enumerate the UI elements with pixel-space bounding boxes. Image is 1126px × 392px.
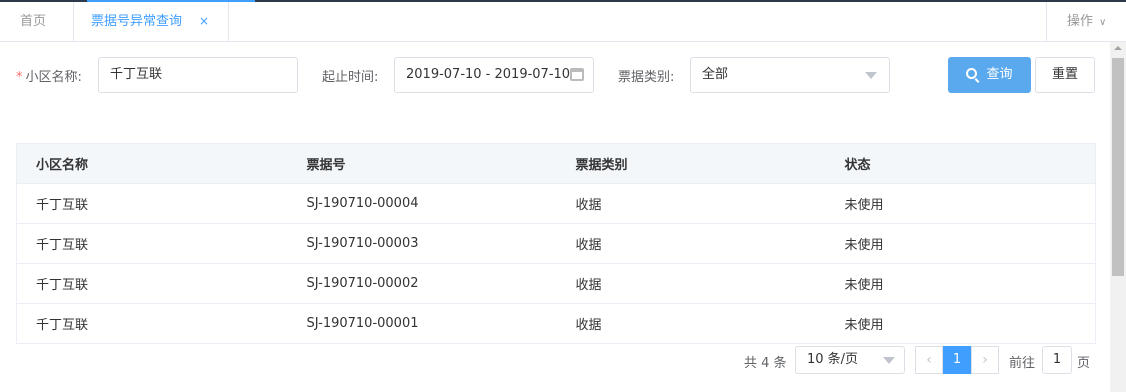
pagination-total: 共 4 条 [744, 356, 787, 371]
receipt-type-select[interactable]: 全部 [690, 57, 890, 93]
receipt-type-label: 票据类别: [618, 70, 675, 85]
cell-receipt-type: 收据 [556, 263, 826, 304]
results-table: 小区名称 票据号 票据类别 状态 千丁互联 SJ-190710-00004 收据… [16, 143, 1096, 344]
date-range-value: 2019-07-10 - 2019-07-10 [406, 67, 571, 82]
cell-community: 千丁互联 [16, 223, 288, 264]
cell-receipt-type: 收据 [556, 223, 826, 264]
goto-page-input[interactable]: 1 [1042, 346, 1072, 374]
required-mark: * [16, 70, 23, 85]
search-icon [966, 68, 978, 79]
chevron-down-icon: ∨ [1099, 17, 1107, 28]
table-row: 千丁互联 SJ-190710-00001 收据 未使用 [16, 303, 1096, 344]
cell-receipt-no: SJ-190710-00002 [287, 263, 557, 304]
prev-page-button[interactable]: ‹ [915, 346, 943, 374]
tab-label: 票据号异常查询 [91, 14, 183, 29]
cell-community: 千丁互联 [16, 183, 288, 224]
date-range-label: 起止时间: [322, 70, 379, 85]
community-label-text: 小区名称: [25, 70, 82, 85]
cell-status: 未使用 [825, 223, 1096, 264]
search-button[interactable]: 查询 [948, 57, 1031, 93]
table-header-row: 小区名称 票据号 票据类别 状态 [16, 143, 1096, 184]
reset-button[interactable]: 重置 [1035, 57, 1095, 93]
search-button-label: 查询 [986, 67, 1013, 82]
cell-status: 未使用 [825, 303, 1096, 344]
date-range-input[interactable]: 2019-07-10 - 2019-07-10 [394, 57, 594, 93]
cell-status: 未使用 [825, 263, 1096, 304]
cell-community: 千丁互联 [16, 303, 288, 344]
page-suffix: 页 [1077, 356, 1091, 371]
cell-receipt-no: SJ-190710-00004 [287, 183, 557, 224]
cell-community: 千丁互联 [16, 263, 288, 304]
table-row: 千丁互联 SJ-190710-00003 收据 未使用 [16, 223, 1096, 264]
cell-receipt-type: 收据 [556, 303, 826, 344]
table-row: 千丁互联 SJ-190710-00002 收据 未使用 [16, 263, 1096, 304]
page-size-select[interactable]: 10 条/页 [795, 346, 905, 374]
column-header-community: 小区名称 [16, 143, 288, 184]
tab-home[interactable]: 首页 [0, 2, 74, 42]
community-label: * 小区名称: [16, 66, 82, 85]
page-size-value: 10 条/页 [807, 352, 859, 367]
column-header-status: 状态 [825, 143, 1096, 184]
scrollbar-thumb[interactable] [1112, 58, 1124, 276]
caret-down-icon [865, 72, 877, 79]
cell-status: 未使用 [825, 183, 1096, 224]
scroll-up-icon[interactable] [1114, 46, 1122, 50]
tab-bar: 首页 票据号异常查询 × 操作 ∨ [0, 2, 1126, 42]
community-input[interactable]: 千丁互联 [98, 57, 298, 93]
close-icon[interactable]: × [199, 2, 209, 41]
caret-down-icon [883, 357, 895, 364]
tab-receipt-exception-query[interactable]: 票据号异常查询 × [74, 2, 229, 42]
table-row: 千丁互联 SJ-190710-00004 收据 未使用 [16, 183, 1096, 224]
cell-receipt-no: SJ-190710-00001 [287, 303, 557, 344]
cell-receipt-no: SJ-190710-00003 [287, 223, 557, 264]
operations-menu[interactable]: 操作 ∨ [1046, 2, 1126, 42]
column-header-receipt-no: 票据号 [287, 143, 557, 184]
column-header-receipt-type: 票据类别 [556, 143, 826, 184]
next-page-button[interactable]: › [971, 346, 999, 374]
goto-label: 前往 [1009, 356, 1036, 371]
receipt-type-value: 全部 [702, 67, 729, 82]
operations-label: 操作 [1067, 14, 1094, 29]
calendar-icon [570, 68, 584, 81]
page-number-current[interactable]: 1 [943, 346, 971, 374]
cell-receipt-type: 收据 [556, 183, 826, 224]
